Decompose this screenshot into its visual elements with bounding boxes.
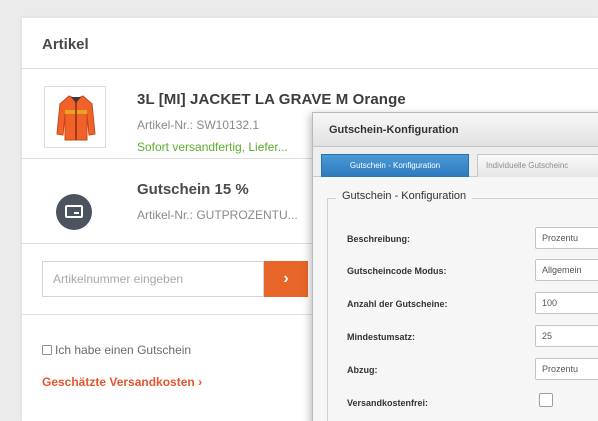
min-order-field[interactable] xyxy=(535,325,598,347)
article-number: Artikel-Nr.: SW10132.1 xyxy=(137,118,260,132)
section-title: Artikel xyxy=(42,36,89,53)
voucher-card-icon xyxy=(65,205,83,218)
product-title[interactable]: 3L [MI] JACKET LA GRAVE M Orange xyxy=(137,91,406,108)
voucher-icon xyxy=(56,194,92,230)
shipping-costs-link[interactable]: Geschätzte Versandkosten › xyxy=(42,375,202,389)
availability-text: Sofort versandfertig, Liefer... xyxy=(137,140,288,154)
fieldset-legend: Gutschein - Konfiguration xyxy=(336,190,473,202)
description-field[interactable] xyxy=(535,227,598,249)
voucher-checkbox-label[interactable]: Ich habe einen Gutschein xyxy=(55,343,191,357)
code-mode-field[interactable] xyxy=(535,259,598,281)
free-shipping-label: Versandkostenfrei: xyxy=(347,398,429,408)
product-title[interactable]: Gutschein 15 % xyxy=(137,181,249,198)
voucher-checkbox-row[interactable]: Ich habe einen Gutschein xyxy=(42,343,191,357)
free-shipping-checkbox[interactable] xyxy=(539,393,553,407)
voucher-config-dialog: Gutschein-Konfiguration Gutschein - Konf… xyxy=(312,112,598,421)
dialog-titlebar[interactable]: Gutschein-Konfiguration xyxy=(313,113,598,147)
tab-voucher-config[interactable]: Gutschein - Konfiguration xyxy=(321,154,469,177)
tab-individual-vouchers[interactable]: Individuelle Gutscheinc xyxy=(477,154,598,177)
orange-jacket-image xyxy=(56,95,96,141)
article-number-input[interactable] xyxy=(42,261,264,297)
dialog-title: Gutschein-Konfiguration xyxy=(329,124,459,136)
tab-strip: Gutschein - Konfiguration Individuelle G… xyxy=(313,147,598,177)
voucher-count-field[interactable] xyxy=(535,292,598,314)
code-mode-label: Gutscheincode Modus: xyxy=(347,266,447,276)
product-thumbnail[interactable] xyxy=(44,86,106,148)
min-order-label: Mindestumsatz: xyxy=(347,332,416,342)
divider xyxy=(22,68,598,69)
description-label: Beschreibung: xyxy=(347,234,411,244)
add-article-button[interactable]: › xyxy=(264,261,308,297)
checkbox-icon[interactable] xyxy=(42,345,52,355)
article-number: Artikel-Nr.: GUTPROZENTU... xyxy=(137,208,298,222)
voucher-count-label: Anzahl der Gutscheine: xyxy=(347,299,448,309)
deduction-label: Abzug: xyxy=(347,365,378,375)
deduction-field[interactable] xyxy=(535,358,598,380)
